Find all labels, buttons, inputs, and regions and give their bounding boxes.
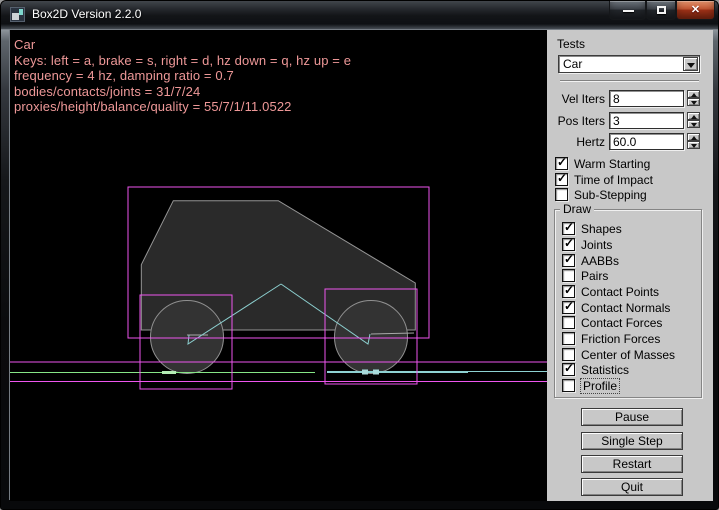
- simulation-canvas[interactable]: CarKeys: left = a, brake = s, right = d,…: [10, 30, 547, 501]
- pos-iters-label: Pos Iters: [547, 114, 605, 128]
- close-icon: ✕: [677, 3, 714, 16]
- titlebar[interactable]: Box2D Version 2.2.0 ✕: [1, 1, 719, 29]
- pause-button[interactable]: Pause: [581, 408, 683, 426]
- spinner-up-icon: [691, 136, 697, 140]
- single-step-button[interactable]: Single Step: [581, 432, 683, 450]
- vel-iters-spinner[interactable]: [687, 90, 700, 107]
- minimize-icon: [623, 10, 634, 12]
- hud-line-frequency: frequency = 4 hz, damping ratio = 0.7: [14, 68, 351, 84]
- checkbox-box: ✓: [562, 269, 575, 282]
- spinner-down-button[interactable]: [687, 120, 700, 128]
- checkbox-label: Contact Forces: [581, 316, 662, 330]
- vel-iters-label: Vel Iters: [547, 92, 605, 106]
- checkbox-box: ✓: [562, 332, 575, 345]
- spinner-up-button[interactable]: [687, 112, 700, 120]
- checkbox-label: Contact Normals: [581, 301, 670, 315]
- car-wheel-right: [335, 301, 408, 374]
- check-icon: ✓: [564, 283, 574, 297]
- checkbox-box: ✓: [562, 254, 575, 267]
- check-icon: ✓: [564, 361, 574, 375]
- checkbox-box: ✓: [562, 316, 575, 329]
- checkbox-box: ✓: [562, 348, 575, 361]
- tests-dropdown[interactable]: Car: [558, 55, 700, 73]
- check-icon: ✓: [564, 252, 574, 266]
- check-icon: ✓: [564, 220, 574, 234]
- window-title: Box2D Version 2.2.0: [32, 7, 141, 21]
- pos-iters-input[interactable]: [609, 112, 684, 129]
- checkbox-label: Sub-Stepping: [574, 188, 647, 202]
- spinner-down-button[interactable]: [687, 141, 700, 149]
- checkbox-label: Friction Forces: [581, 332, 660, 346]
- spinner-down-button[interactable]: [687, 98, 700, 106]
- check-icon: ✓: [557, 171, 567, 185]
- spinner-up-icon: [691, 115, 697, 119]
- quit-button[interactable]: Quit: [581, 478, 683, 496]
- checkbox-label: Contact Points: [581, 285, 659, 299]
- hud-line-bodies: bodies/contacts/joints = 31/7/24: [14, 84, 351, 100]
- spinner-up-button[interactable]: [687, 133, 700, 141]
- checkbox-label: Center of Masses: [581, 348, 675, 362]
- draw-group-title: Draw: [560, 202, 594, 216]
- app-icon: [10, 7, 25, 22]
- checkbox-box: ✓: [562, 238, 575, 251]
- tests-dropdown-value: Car: [563, 57, 582, 71]
- maximize-button[interactable]: [646, 1, 676, 20]
- checkbox-box: ✓: [562, 363, 575, 376]
- checkbox-box: ✓: [555, 188, 568, 201]
- checkbox-label: Warm Starting: [574, 157, 650, 171]
- dropdown-arrow-icon: [687, 63, 695, 68]
- check-icon: ✓: [564, 299, 574, 313]
- spinner-up-button[interactable]: [687, 90, 700, 98]
- checkbox-label: Shapes: [581, 222, 622, 236]
- hud-line-proxies: proxies/height/balance/quality = 55/7/1/…: [14, 99, 351, 115]
- hertz-spinner[interactable]: [687, 133, 700, 150]
- checkbox-box: ✓: [555, 157, 568, 170]
- checkbox-label: Time of Impact: [574, 173, 653, 187]
- control-panel: Tests Car Vel Iters Pos Iters Hertz: [547, 30, 713, 501]
- vel-iters-input[interactable]: [609, 90, 684, 107]
- checkbox-box: ✓: [562, 301, 575, 314]
- hertz-input[interactable]: [609, 133, 684, 150]
- spinner-down-icon: [691, 101, 697, 105]
- app-window: Box2D Version 2.2.0 ✕: [0, 0, 719, 510]
- spinner-up-icon: [691, 93, 697, 97]
- contact-point-right-1: [362, 370, 368, 375]
- client-area: CarKeys: left = a, brake = s, right = d,…: [9, 29, 712, 500]
- hud-line-title: Car: [14, 37, 351, 53]
- car-wheel-left: [151, 301, 224, 374]
- maximize-icon: [657, 6, 666, 14]
- checkbox-box: ✓: [555, 173, 568, 186]
- check-icon: ✓: [557, 155, 567, 169]
- check-icon: ✓: [564, 236, 574, 250]
- tests-dropdown-button[interactable]: [683, 57, 698, 71]
- contact-point-right-2: [373, 370, 379, 375]
- hud-line-keys: Keys: left = a, brake = s, right = d, hz…: [14, 53, 351, 69]
- checkbox-label: Statistics: [581, 363, 629, 377]
- checkbox-label: AABBs: [581, 254, 619, 268]
- checkbox-box: ✓: [562, 222, 575, 235]
- close-button[interactable]: ✕: [676, 1, 715, 20]
- debug-text-overlay: CarKeys: left = a, brake = s, right = d,…: [14, 37, 351, 115]
- contact-point-left: [162, 371, 176, 374]
- spinner-down-icon: [691, 144, 697, 148]
- spinner-down-icon: [691, 123, 697, 127]
- checkbox-box: ✓: [562, 379, 575, 392]
- minimize-button[interactable]: [609, 1, 646, 20]
- checkbox-label: Joints: [581, 238, 612, 252]
- checkbox-box: ✓: [562, 285, 575, 298]
- checkbox-label: Profile: [581, 379, 619, 393]
- checkbox-label: Pairs: [581, 269, 608, 283]
- pos-iters-spinner[interactable]: [687, 112, 700, 129]
- separator: [560, 80, 699, 82]
- tests-label: Tests: [557, 37, 585, 51]
- restart-button[interactable]: Restart: [581, 455, 683, 473]
- hertz-label: Hertz: [547, 135, 605, 149]
